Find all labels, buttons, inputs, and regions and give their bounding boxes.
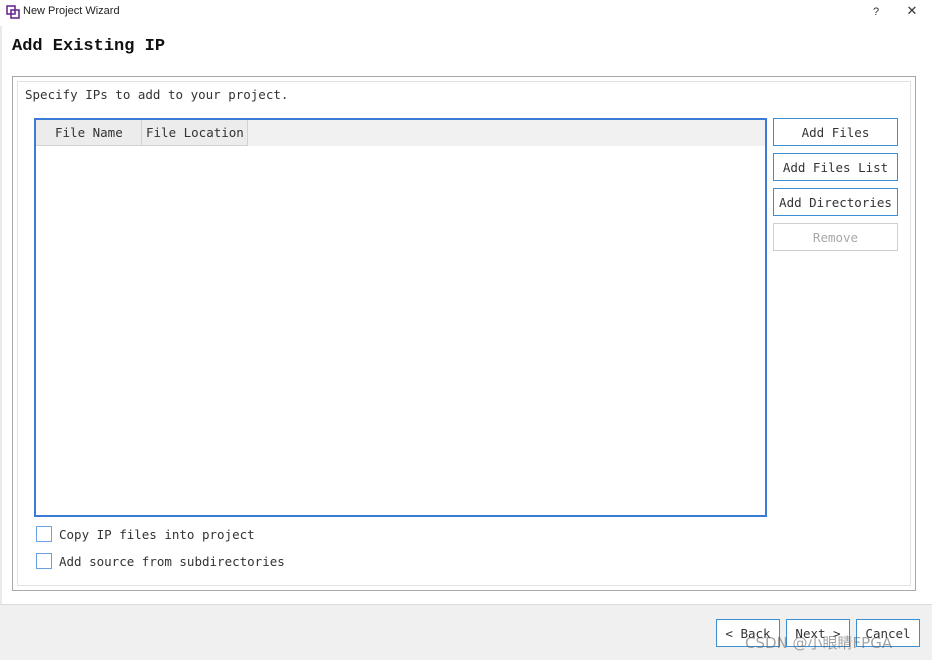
window-title: New Project Wizard — [23, 5, 120, 17]
ip-file-table[interactable]: File Name File Location — [34, 118, 767, 517]
add-subdirs-label: Add source from subdirectories — [59, 553, 285, 569]
app-logo-icon — [6, 5, 20, 19]
copy-ip-option[interactable]: Copy IP files into project — [36, 525, 255, 543]
column-header-file-location[interactable]: File Location — [142, 120, 248, 146]
add-directories-button[interactable]: Add Directories — [773, 188, 898, 216]
add-files-button[interactable]: Add Files — [773, 118, 898, 146]
add-subdirs-checkbox[interactable] — [36, 553, 52, 569]
copy-ip-checkbox[interactable] — [36, 526, 52, 542]
help-button[interactable]: ? — [868, 3, 884, 21]
copy-ip-label: Copy IP files into project — [59, 526, 255, 542]
next-button[interactable]: Next > — [786, 619, 850, 647]
add-files-list-button[interactable]: Add Files List — [773, 153, 898, 181]
add-subdirs-option[interactable]: Add source from subdirectories — [36, 552, 285, 570]
column-header-file-name[interactable]: File Name — [36, 120, 142, 146]
close-button[interactable]: ✕ — [902, 3, 922, 21]
instruction-text: Specify IPs to add to your project. — [25, 87, 289, 102]
title-bar: New Project Wizard ? ✕ — [0, 0, 932, 26]
cancel-button[interactable]: Cancel — [856, 619, 920, 647]
window-edge — [0, 26, 2, 604]
back-button[interactable]: < Back — [716, 619, 780, 647]
page-title: Add Existing IP — [12, 37, 166, 56]
table-header: File Name File Location — [36, 120, 765, 146]
remove-button[interactable]: Remove — [773, 223, 898, 251]
